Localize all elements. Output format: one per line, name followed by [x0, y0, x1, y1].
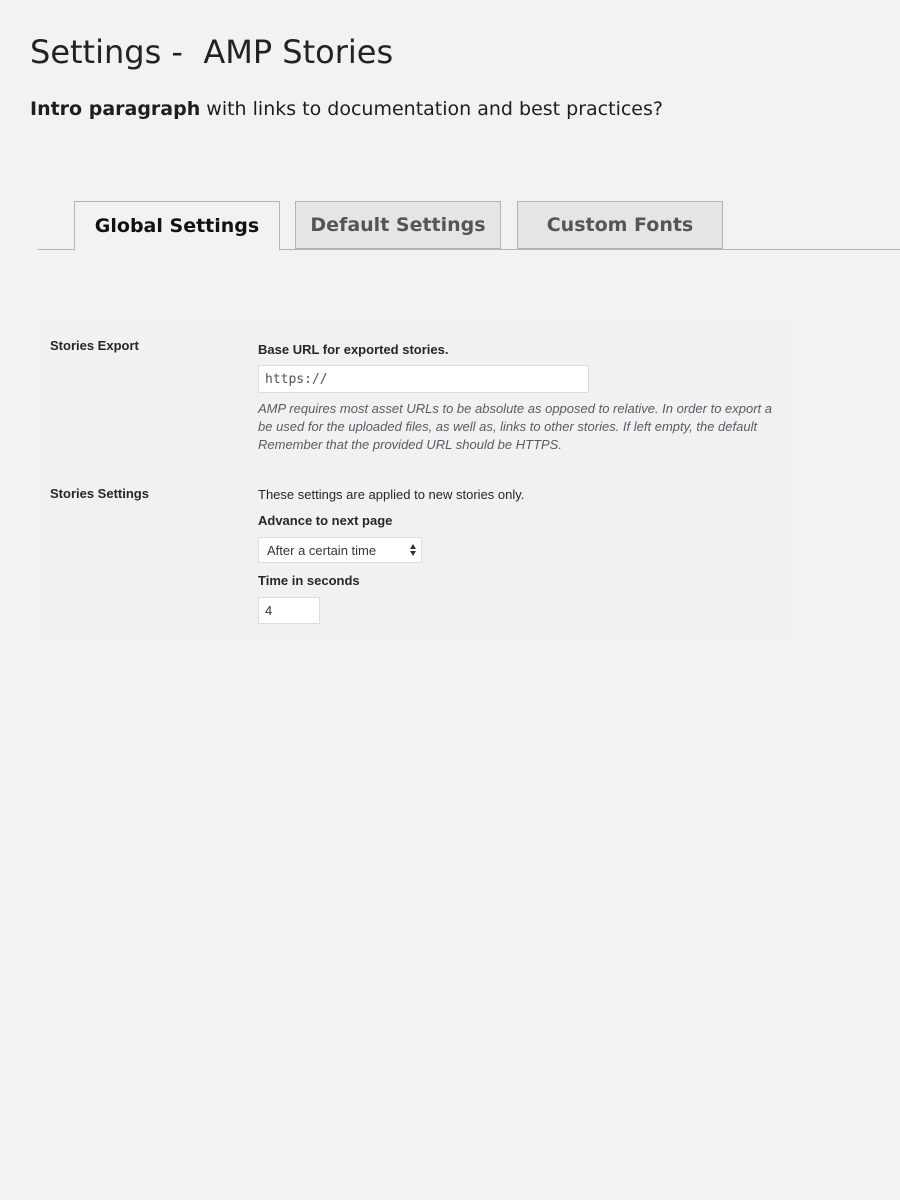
description-line: be used for the uploaded files, as well … — [258, 419, 758, 434]
select-arrows-icon — [410, 544, 416, 556]
description-line: Remember that the provided URL should be… — [258, 437, 562, 452]
base-url-description: AMP requires most asset URLs to be absol… — [258, 400, 793, 454]
time-in-seconds-input[interactable] — [258, 597, 320, 624]
base-url-label: Base URL for exported stories. — [258, 342, 449, 357]
intro-text: with links to documentation and best pra… — [200, 98, 663, 120]
advance-select-value: After a certain time — [267, 542, 377, 558]
description-line: AMP requires most asset URLs to be absol… — [258, 401, 773, 416]
intro-paragraph: Intro paragraph with links to documentat… — [30, 95, 663, 123]
tab-global-settings[interactable]: Global Settings — [74, 201, 280, 251]
stories-export-label: Stories Export — [50, 338, 139, 353]
base-url-input[interactable] — [258, 365, 589, 393]
stories-settings-label: Stories Settings — [50, 486, 149, 501]
time-in-seconds-label: Time in seconds — [258, 573, 360, 588]
tab-default-settings[interactable]: Default Settings — [295, 201, 501, 249]
tab-custom-fonts[interactable]: Custom Fonts — [517, 201, 723, 249]
intro-bold: Intro paragraph — [30, 98, 201, 120]
page-title: Settings - AMP Stories — [30, 33, 394, 71]
new-stories-note: These settings are applied to new storie… — [258, 487, 525, 502]
settings-panel: Stories Export Base URL for exported sto… — [40, 320, 793, 640]
advance-next-page-label: Advance to next page — [258, 513, 393, 528]
advance-next-page-select[interactable]: After a certain time — [258, 537, 422, 563]
